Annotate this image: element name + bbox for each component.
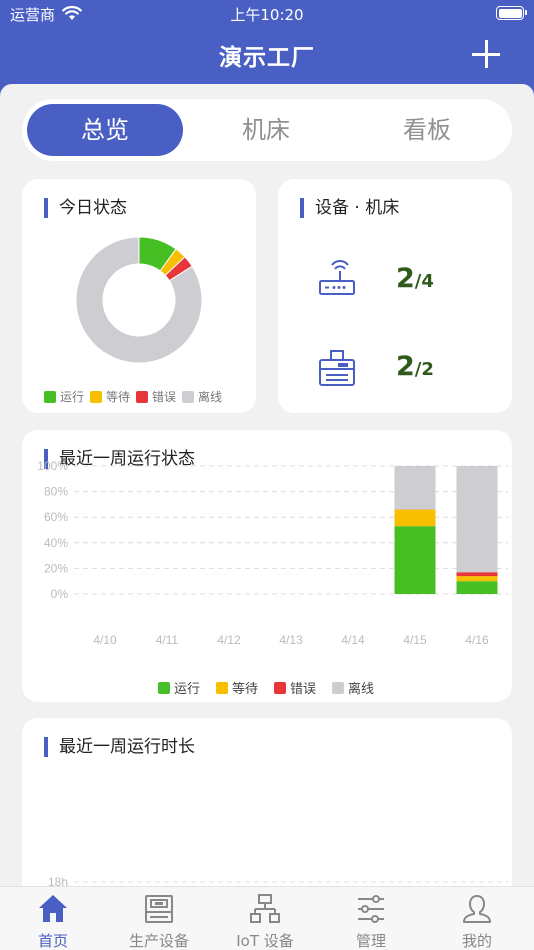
- tab-overview[interactable]: 总览: [27, 104, 183, 156]
- legend-item: 错误: [274, 678, 316, 697]
- x-tick-label: 4/16: [465, 633, 489, 647]
- bar-segment: [394, 466, 436, 510]
- legend-swatch: [136, 390, 149, 403]
- router-icon: [319, 260, 355, 295]
- y-tick-label: 20%: [44, 561, 68, 575]
- y-tick-label: 80%: [44, 485, 68, 499]
- tab-machine[interactable]: 机床: [188, 104, 344, 156]
- x-tick-label: 4/15: [403, 633, 427, 647]
- x-tick-label: 4/13: [279, 633, 303, 647]
- tab-label: 管理: [355, 932, 386, 950]
- machine-tool-icon: [319, 350, 355, 386]
- home-icon: [39, 895, 67, 922]
- today-status-legend: 运行 等待 错误 离线: [44, 388, 228, 405]
- legend-label: 离线: [348, 682, 375, 697]
- weekly-duration-line-chart: 6h9h12h15h18h: [48, 875, 508, 886]
- tab-iot-device[interactable]: IoT 设备: [212, 887, 318, 950]
- page-title: 演示工厂: [219, 45, 315, 71]
- legend-label: 运行: [60, 390, 85, 404]
- x-tick-label: 4/10: [93, 633, 117, 647]
- legend-label: 运行: [174, 682, 201, 697]
- legend-item: 等待: [90, 388, 130, 405]
- legend-item: 离线: [332, 678, 374, 697]
- legend-swatch: [332, 681, 345, 694]
- legend-swatch: [216, 681, 229, 694]
- legend-swatch: [274, 681, 287, 694]
- legend-label: 等待: [106, 390, 131, 404]
- bar-segment: [456, 466, 498, 573]
- legend-label: 错误: [290, 682, 317, 697]
- total-count: /2: [414, 359, 434, 380]
- tab-me[interactable]: 我的: [424, 887, 530, 950]
- status-bar: 运营商 上午10:20: [0, 0, 534, 28]
- legend-item: 运行: [44, 388, 84, 405]
- sliders-icon: [358, 895, 384, 923]
- today-status-card[interactable]: 今日状态 运行 等待 错误 离线: [22, 179, 256, 413]
- iot-device-icon: [250, 894, 280, 923]
- device-row-machine[interactable]: 2/2: [318, 343, 508, 393]
- device-row-router[interactable]: 2/4: [318, 255, 508, 305]
- bar-segment: [394, 509, 436, 527]
- router-count: 2/4: [396, 263, 434, 294]
- card-title: 设备 · 机床: [300, 197, 399, 219]
- segmented-tabs: 总览 机床 看板: [22, 99, 512, 161]
- legend-swatch: [90, 390, 103, 403]
- tab-bar: 首页 生产设备 IoT 设备 管理 我的: [0, 886, 534, 950]
- main-content[interactable]: 总览 机床 看板 今日状态 运行 等待 错误 离线 设备 · 机床 2/4 2/…: [0, 84, 534, 886]
- weekly-status-card[interactable]: 最近一周运行状态 0% 20% 40% 60% 80% 100% 4/10 4/11 4/12 4…: [22, 430, 512, 702]
- today-status-donut-chart: [75, 236, 203, 364]
- nav-bar: 演示工厂: [0, 28, 534, 84]
- tab-label: 生产设备: [128, 932, 189, 950]
- production-equipment-icon: [145, 895, 173, 923]
- bar-segment: [456, 572, 498, 577]
- legend-item: 运行: [158, 678, 200, 697]
- x-tick-label: 4/11: [156, 633, 179, 647]
- bar-segment: [394, 526, 436, 594]
- tab-label: 首页: [37, 932, 68, 950]
- legend-label: 错误: [152, 390, 177, 404]
- clock: 上午10:20: [230, 6, 304, 24]
- y-tick-label: 40%: [44, 536, 68, 550]
- legend-item: 等待: [216, 678, 258, 697]
- weekly-status-legend: 运行 等待 错误 离线: [158, 678, 380, 697]
- plus-icon[interactable]: [472, 40, 500, 68]
- y-tick-label: 0%: [51, 587, 69, 601]
- tab-production-equipment[interactable]: 生产设备: [106, 887, 212, 950]
- tab-label: IoT 设备: [236, 932, 294, 950]
- legend-swatch: [158, 681, 170, 694]
- tab-manage[interactable]: 管理: [318, 887, 424, 950]
- legend-swatch: [44, 390, 56, 403]
- legend-item: 离线: [182, 388, 222, 405]
- battery-icon: [496, 6, 527, 20]
- legend-label: 等待: [232, 682, 259, 697]
- devices-card[interactable]: 设备 · 机床 2/4 2/2: [278, 179, 512, 413]
- weekly-status-bar-chart: 0% 20% 40% 60% 80% 100% 4/10 4/11 4/12 4/13 4/14 4/…: [37, 459, 508, 647]
- active-count: 2: [396, 263, 415, 294]
- tab-board[interactable]: 看板: [349, 104, 505, 156]
- y-tick-label: 100%: [37, 459, 68, 473]
- bar-segment: [456, 576, 498, 582]
- legend-item: 错误: [136, 388, 176, 405]
- total-count: /4: [414, 271, 434, 292]
- bar-segment: [456, 581, 498, 594]
- weekly-duration-card[interactable]: 最近一周运行时长 6h9h12h15h18h: [22, 718, 512, 886]
- legend-label: 离线: [198, 390, 223, 404]
- tab-label: 我的: [461, 932, 492, 950]
- legend-swatch: [182, 390, 195, 403]
- x-tick-label: 4/14: [341, 633, 365, 647]
- y-tick-label: 60%: [44, 510, 68, 524]
- x-tick-label: 4/12: [217, 633, 241, 647]
- card-title: 今日状态: [44, 197, 127, 219]
- tab-home[interactable]: 首页: [0, 887, 106, 950]
- machine-count: 2/2: [396, 351, 434, 382]
- y-tick-label: 18h: [48, 875, 68, 886]
- user-icon: [463, 895, 491, 923]
- active-count: 2: [396, 351, 415, 382]
